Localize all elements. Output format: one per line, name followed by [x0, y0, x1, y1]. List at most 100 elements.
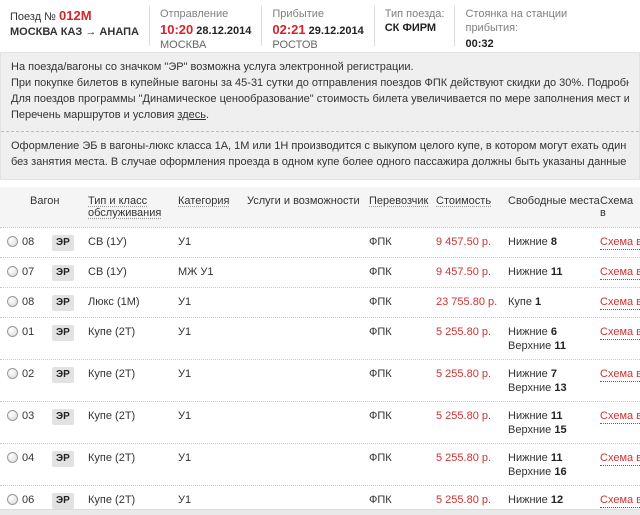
vagon-number: 04 [22, 451, 52, 465]
vagon-radio-cell [0, 265, 22, 281]
carrier: ФПК [369, 493, 436, 507]
col-vagon: Вагон [0, 193, 88, 207]
price: 23 755.80 р. [436, 295, 508, 309]
vagon-category: У1 [178, 295, 247, 309]
vagon-number: 01 [22, 325, 52, 339]
schema-link[interactable]: Схема в [600, 409, 640, 424]
vagon-radio[interactable] [7, 236, 18, 247]
vagon-row: 08 ЭР Люкс (1М) У1 ФПК 23 755.80 р. Купе… [0, 287, 640, 317]
vagon-radio[interactable] [7, 452, 18, 463]
train-type-value: СК ФИРМ [385, 22, 445, 34]
vagon-radio[interactable] [7, 368, 18, 379]
price: 5 255.80 р. [436, 367, 508, 381]
schema-cell: Схема в [600, 409, 640, 424]
vagon-table-header: Вагон Тип и класс обслуживания Категория… [0, 187, 640, 227]
vagon-type: Люкс (1М) [88, 295, 178, 309]
vagon-type: Купе (2Т) [88, 409, 178, 423]
train-car-selection-page: Поезд № 012М МОСКВА КАЗ → АНАПА Отправле… [0, 0, 640, 515]
er-badge-cell: ЭР [52, 295, 88, 311]
er-badge: ЭР [52, 325, 74, 341]
vagon-radio[interactable] [7, 266, 18, 277]
seat-line: Верхние 15 [508, 423, 600, 437]
vagon-radio-cell [0, 409, 22, 425]
seat-line: Верхние 13 [508, 381, 600, 395]
notices-box: На поезда/вагоны со значком "ЭР" возможн… [0, 52, 640, 180]
vagon-number: 02 [22, 367, 52, 381]
col-category[interactable]: Категория [178, 195, 229, 207]
vagon-radio[interactable] [7, 296, 18, 307]
notice-divider [1, 131, 639, 132]
seat-line: Купе 1 [508, 295, 600, 309]
train-type-label: Тип поезда: [385, 8, 445, 20]
er-badge-cell: ЭР [52, 367, 88, 383]
seat-line: Нижние 11 [508, 409, 600, 423]
schema-link[interactable]: Схема в [600, 451, 640, 466]
er-badge-cell: ЭР [52, 409, 88, 425]
stop-duration-section: Стоянка на станции прибытия: 00:32 [454, 6, 585, 46]
train-number: 012М [59, 8, 92, 23]
schema-link[interactable]: Схема в [600, 265, 640, 280]
schema-cell: Схема в [600, 265, 640, 280]
seat-line: Верхние 16 [508, 465, 600, 479]
departure-section: Отправление 10:20 28.12.2014 МОСКВА [149, 6, 261, 46]
arrival-date: 29.12.2014 [309, 25, 364, 37]
seat-line: Верхние 11 [508, 339, 600, 353]
vagon-radio[interactable] [7, 494, 18, 505]
er-badge: ЭР [52, 367, 74, 383]
col-price[interactable]: Стоимость [436, 195, 491, 207]
vagon-radio[interactable] [7, 326, 18, 337]
schema-cell: Схема в [600, 325, 640, 340]
price: 5 255.80 р. [436, 325, 508, 339]
er-badge: ЭР [52, 409, 74, 425]
vagon-table-body: 08 ЭР СВ (1У) У1 ФПК 9 457.50 р. Нижние … [0, 227, 640, 515]
vagon-type: СВ (1У) [88, 235, 178, 249]
er-badge-cell: ЭР [52, 265, 88, 281]
vagon-row: 03 ЭР Купе (2Т) У1 ФПК 5 255.80 р. Нижни… [0, 401, 640, 443]
arrival-station: РОСТОВ [272, 39, 363, 51]
schema-link[interactable]: Схема в [600, 235, 640, 250]
schema-cell: Схема в [600, 367, 640, 382]
notice-lux-2: без занятия места. В случае оформления п… [11, 155, 629, 171]
schema-link[interactable]: Схема в [600, 295, 640, 310]
vagon-radio[interactable] [7, 410, 18, 421]
routes-list-link[interactable]: здесь [177, 109, 206, 121]
vagon-number: 08 [22, 295, 52, 309]
vagon-radio-cell [0, 325, 22, 341]
schema-link[interactable]: Схема в [600, 325, 640, 340]
notice-discount: При покупке билетов в купейные вагоны за… [11, 76, 629, 92]
vagon-number: 06 [22, 493, 52, 507]
vagon-category: У1 [178, 235, 247, 249]
vagon-radio-cell [0, 451, 22, 467]
bottom-strip [0, 509, 640, 515]
vagon-type: Купе (2Т) [88, 451, 178, 465]
departure-label: Отправление [160, 8, 251, 20]
col-schema: Схема в [600, 193, 640, 219]
col-services: Услуги и возможности [247, 193, 369, 207]
price: 5 255.80 р. [436, 409, 508, 423]
er-badge-cell: ЭР [52, 451, 88, 467]
vagon-category: У1 [178, 451, 247, 465]
er-badge: ЭР [52, 295, 74, 311]
schema-cell: Схема в [600, 295, 640, 310]
seats-cell: Купе 1 [508, 295, 600, 309]
vagon-type: Купе (2Т) [88, 493, 178, 507]
seats-cell: Нижние 8 [508, 235, 600, 249]
schema-link[interactable]: Схема в [600, 493, 640, 508]
col-carrier[interactable]: Перевозчик [369, 195, 428, 207]
vagon-number: 07 [22, 265, 52, 279]
seat-line: Нижние 7 [508, 367, 600, 381]
arrival-time: 02:21 [272, 22, 305, 37]
train-route: МОСКВА КАЗ → АНАПА [10, 26, 139, 38]
col-type-class[interactable]: Тип и класс обслуживания [88, 195, 161, 219]
vagon-category: У1 [178, 493, 247, 507]
vagon-type: Купе (2Т) [88, 325, 178, 339]
er-badge: ЭР [52, 235, 74, 251]
seat-line: Нижние 11 [508, 451, 600, 465]
er-badge: ЭР [52, 265, 74, 281]
schema-link[interactable]: Схема в [600, 367, 640, 382]
vagon-type: Купе (2Т) [88, 367, 178, 381]
vagon-type: СВ (1У) [88, 265, 178, 279]
seats-cell: Нижние 11Верхние 16 [508, 451, 600, 479]
seats-cell: Нижние 7Верхние 13 [508, 367, 600, 395]
schema-cell: Схема в [600, 235, 640, 250]
